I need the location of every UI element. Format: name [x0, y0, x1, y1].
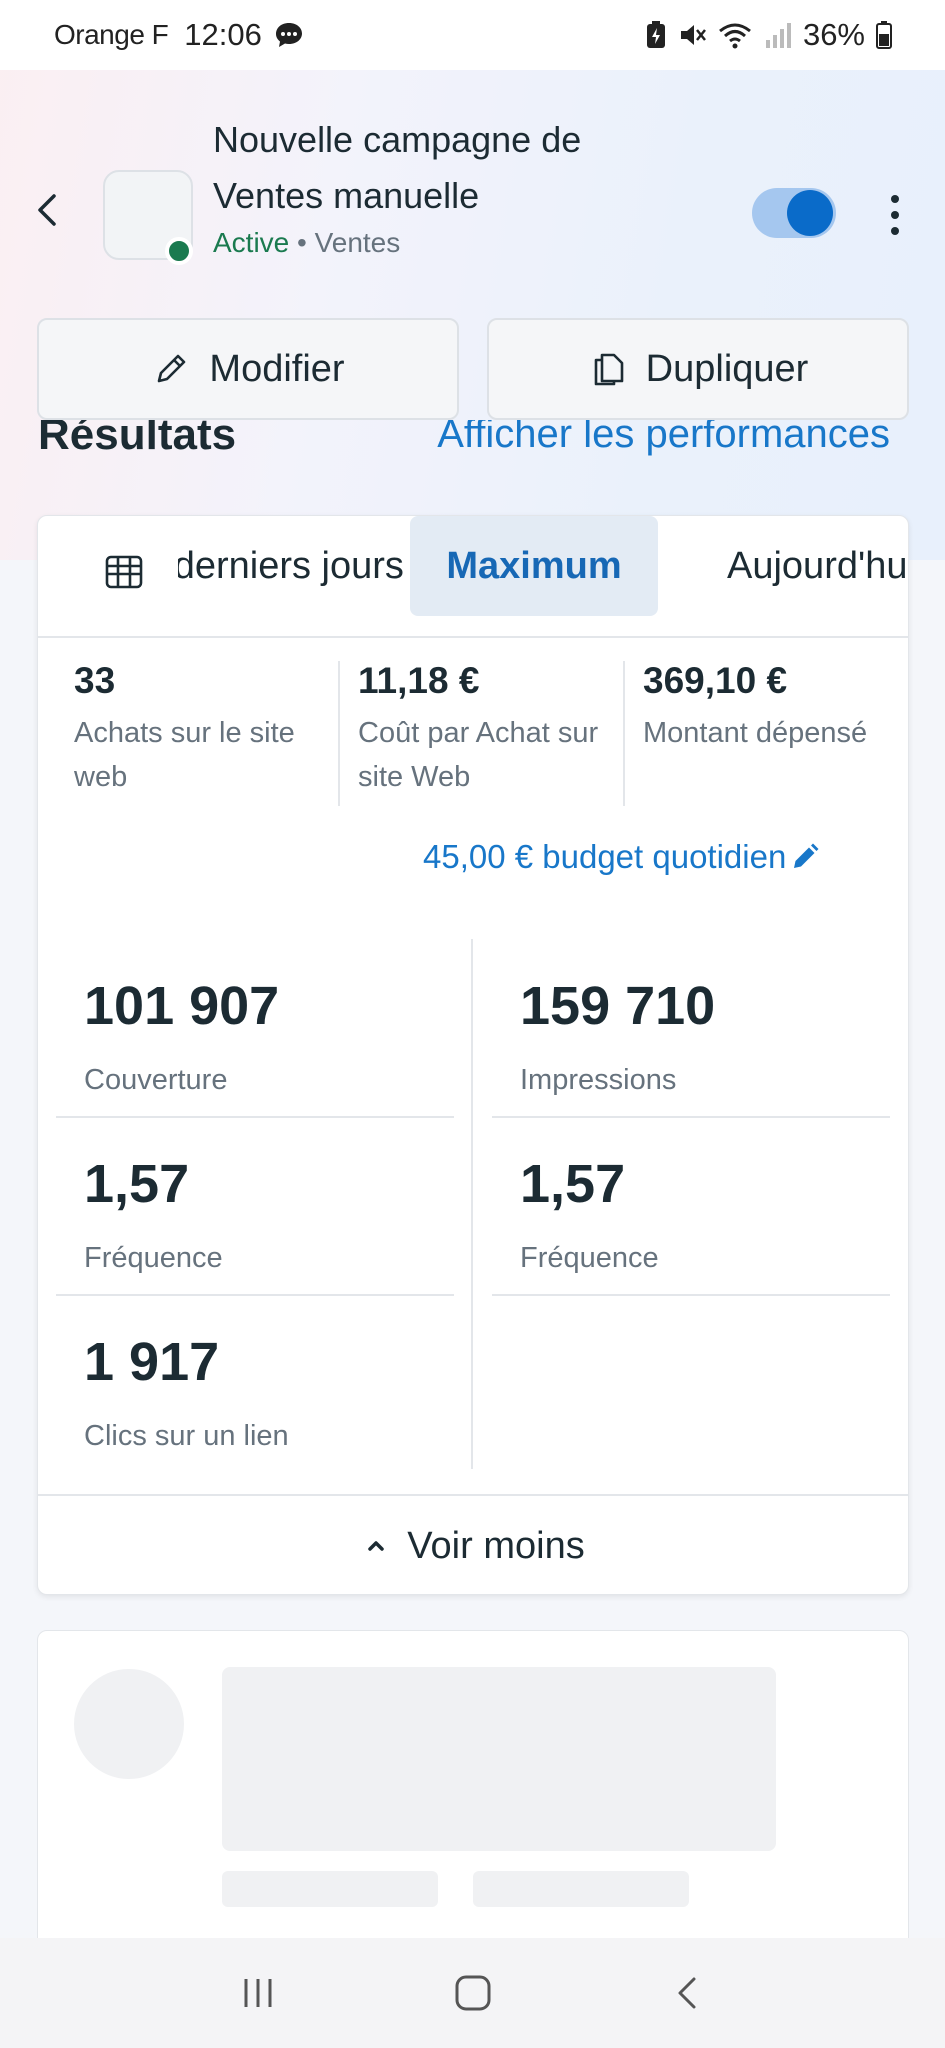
campaign-header: Nouvelle campagne de Ventes manuelle Act… [0, 105, 945, 275]
metric-label: Impressions [520, 1064, 677, 1096]
metric-label: Couverture [84, 1064, 228, 1096]
duplicate-label: Dupliquer [645, 347, 809, 390]
metric-value: 159 710 [520, 976, 716, 1036]
grid-divider [56, 1116, 454, 1118]
skeleton-block [222, 1667, 776, 1851]
metric-value: 1,57 [84, 1154, 190, 1214]
results-title: Résultats [38, 420, 237, 459]
metric-divider [623, 661, 625, 806]
battery-percentage: 36% [802, 17, 865, 52]
more-options-icon[interactable] [880, 193, 910, 237]
campaign-toggle[interactable] [752, 188, 836, 238]
grid-center-divider [471, 939, 473, 1469]
metric-frequency: 1,57 Fréquence [520, 1144, 908, 1280]
pencil-icon [158, 354, 186, 383]
wifi-icon [719, 23, 751, 49]
metric-divider [338, 661, 340, 806]
battery-saver-icon [646, 21, 665, 48]
view-performance-link[interactable]: Afficher les performances [437, 420, 890, 457]
budget-label: 45,00 € budget quotidien [423, 838, 787, 875]
system-nav-bar [0, 1938, 945, 2048]
see-less-label: Voir moins [407, 1524, 585, 1567]
see-less-button[interactable]: Voir moins [38, 1494, 908, 1594]
metric-value: 1 917 [84, 1332, 220, 1392]
metric-label: Fréquence [84, 1242, 223, 1274]
skeleton-line [473, 1871, 689, 1907]
recent-apps-icon [244, 1979, 271, 2007]
metric-value: 101 907 [84, 976, 280, 1036]
metric-link-clicks: 1 917 Clics sur un lien [84, 1322, 484, 1458]
edit-label: Modifier [209, 347, 345, 390]
campaign-subtitle: Active • Ventes [213, 223, 400, 263]
mute-icon [680, 25, 706, 45]
summary-metrics: 33 Achats sur le site web 11,18 € Coût p… [38, 651, 908, 801]
metric-value: 11,18 € [358, 660, 480, 701]
daily-budget-link[interactable]: 45,00 € budget quotidien [423, 838, 820, 876]
metric-impressions: 159 710 Impressions [520, 966, 908, 1102]
grid-divider [56, 1294, 454, 1296]
status-label: Active [213, 227, 290, 258]
recent-apps-button[interactable] [228, 1963, 288, 2023]
results-card: 7 derniers jours Maximum Aujourd'hui 33 … [37, 515, 909, 1595]
metric-cost-per-purchase: 11,18 € Coût par Achat sur site Web [358, 651, 638, 799]
carrier-name: Orange F [54, 19, 169, 50]
metric-value: 369,10 € [643, 660, 788, 701]
metric-purchases: 33 Achats sur le site web [74, 651, 354, 799]
back-icon [678, 1977, 695, 2009]
metric-label: Fréquence [520, 1242, 659, 1274]
metric-label: Clics sur un lien [84, 1420, 289, 1452]
metric-frequency: 1,57 Fréquence [84, 1144, 484, 1280]
metric-label: Coût par Achat sur [358, 717, 599, 749]
status-bar: Orange F 12:06 36% [0, 0, 945, 70]
grid-divider [492, 1116, 890, 1118]
table-icon[interactable] [104, 552, 144, 592]
tab-today[interactable]: Aujourd'hui [727, 516, 908, 616]
tab-maximum[interactable]: Maximum [410, 516, 658, 616]
message-icon [275, 23, 302, 47]
date-range-tabs: 7 derniers jours Maximum Aujourd'hui [38, 516, 908, 638]
separator: • [297, 227, 307, 258]
home-button[interactable] [443, 1963, 503, 2023]
battery-icon [876, 21, 892, 49]
clock: 12:06 [184, 17, 262, 52]
edit-button[interactable]: Modifier [37, 318, 459, 420]
metric-label-cont: web [74, 761, 128, 793]
status-icons: 36% [645, 17, 893, 53]
back-arrow-icon[interactable] [30, 190, 66, 230]
skeleton-avatar [74, 1669, 184, 1779]
tab-last-days[interactable]: 7 derniers jours [178, 516, 408, 616]
metric-label: Achats sur le site [74, 717, 295, 749]
metric-reach: 101 907 Couverture [84, 966, 484, 1102]
home-icon [455, 1975, 490, 2011]
skeleton-line [222, 1871, 438, 1907]
duplicate-icon [594, 353, 623, 386]
signal-icon [765, 23, 791, 48]
chevron-up-icon [368, 1541, 385, 1551]
metric-value: 1,57 [520, 1154, 626, 1214]
duplicate-button[interactable]: Dupliquer [487, 318, 909, 420]
results-section-header: Résultats Afficher les performances [0, 420, 945, 478]
tab-last-days-label: 7 derniers jours [178, 544, 404, 587]
campaign-title: Nouvelle campagne de Ventes manuelle [213, 119, 582, 216]
edit-pencil-icon [794, 843, 819, 868]
active-status-dot [165, 237, 193, 265]
system-back-button[interactable] [658, 1963, 718, 2023]
metric-label-cont: site Web [358, 761, 471, 793]
objective-label: Ventes [314, 227, 401, 258]
grid-divider [492, 1294, 890, 1296]
metric-label: Montant dépensé [643, 717, 868, 749]
toggle-knob [787, 190, 833, 236]
metric-amount-spent: 369,10 € Montant dépensé [643, 651, 908, 755]
metric-value: 33 [74, 660, 116, 701]
